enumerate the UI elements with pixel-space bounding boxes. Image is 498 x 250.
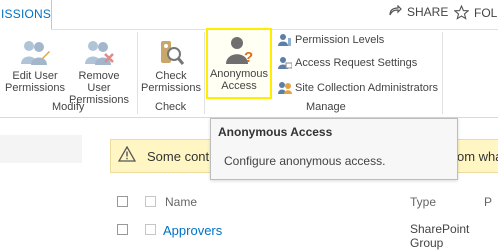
follow-button[interactable]: FOLL — [454, 5, 498, 20]
remove-users-icon — [85, 41, 114, 65]
ribbon-tab-bar: ISSIONS SHARE FOLL — [0, 0, 498, 30]
site-collection-administrators-label: Site Collection Administrators — [295, 82, 439, 94]
warning-text-end: om wha — [457, 149, 498, 164]
share-icon — [389, 5, 402, 16]
row-checkbox[interactable] — [117, 224, 128, 235]
permission-levels-label: Permission Levels — [295, 34, 385, 46]
warning-icon — [118, 146, 136, 162]
column-header-name[interactable]: Name — [165, 195, 197, 209]
group-separator — [204, 32, 205, 114]
site-collection-administrators-button[interactable]: Site Collection Administrators — [278, 81, 438, 95]
row-select-checkbox[interactable] — [145, 224, 156, 235]
column-header-extra[interactable]: P — [484, 195, 492, 209]
remove-user-permissions-button[interactable]: Remove User Permissions — [66, 38, 132, 106]
permission-levels-icon — [278, 34, 291, 46]
group-link-approvers[interactable]: Approvers — [163, 223, 222, 238]
tooltip-description: Configure anonymous access. — [224, 154, 386, 168]
warning-text: Some cont — [147, 149, 210, 164]
check-group-label: Check — [155, 101, 187, 113]
edit-user-permissions-button[interactable]: Edit User Permissions — [4, 38, 66, 94]
tab-permissions[interactable]: ISSIONS — [0, 0, 52, 30]
check-permissions-button[interactable]: Check Permissions — [139, 38, 203, 94]
row-type: SharePoint Group — [410, 222, 469, 250]
manage-group-label: Manage — [306, 101, 346, 113]
check-permissions-icon — [161, 41, 185, 65]
edit-user-permissions-label: Edit User Permissions — [5, 70, 65, 94]
share-label: SHARE — [407, 5, 449, 19]
row-type-line2: Group — [410, 236, 444, 250]
group-separator — [442, 32, 443, 114]
access-request-icon — [278, 57, 292, 69]
header-checkbox[interactable] — [145, 196, 156, 207]
edit-users-icon — [21, 41, 50, 65]
anonymous-access-label: Anonymous Access — [209, 68, 269, 92]
permission-levels-button[interactable]: Permission Levels — [278, 33, 384, 47]
anonymous-access-button[interactable]: ? Anonymous Access — [208, 34, 270, 92]
follow-label: FOLL — [474, 5, 498, 20]
check-permissions-label: Check Permissions — [141, 70, 201, 94]
modify-group-label: Modify — [52, 101, 85, 113]
star-icon — [454, 5, 469, 20]
tooltip-title: Anonymous Access — [218, 125, 333, 139]
group-separator — [137, 32, 138, 114]
select-all-checkbox[interactable] — [117, 196, 128, 207]
row-type-line1: SharePoint — [410, 222, 470, 236]
access-request-settings-button[interactable]: Access Request Settings — [278, 56, 417, 70]
sharepoint-permissions-page: ISSIONS SHARE FOLL Edit User Permissions — [0, 0, 498, 250]
anonymous-access-tooltip: Anonymous Access Configure anonymous acc… — [210, 118, 458, 180]
svg-text:?: ? — [244, 49, 253, 66]
column-header-type[interactable]: Type — [410, 195, 436, 209]
access-request-settings-label: Access Request Settings — [295, 57, 418, 69]
ribbon: Edit User Permissions Remove User Permis… — [0, 28, 498, 118]
anonymous-user-icon: ? — [226, 37, 253, 66]
site-admins-icon — [278, 82, 292, 94]
share-button[interactable]: SHARE — [388, 5, 448, 19]
left-nav-bar — [0, 135, 82, 163]
